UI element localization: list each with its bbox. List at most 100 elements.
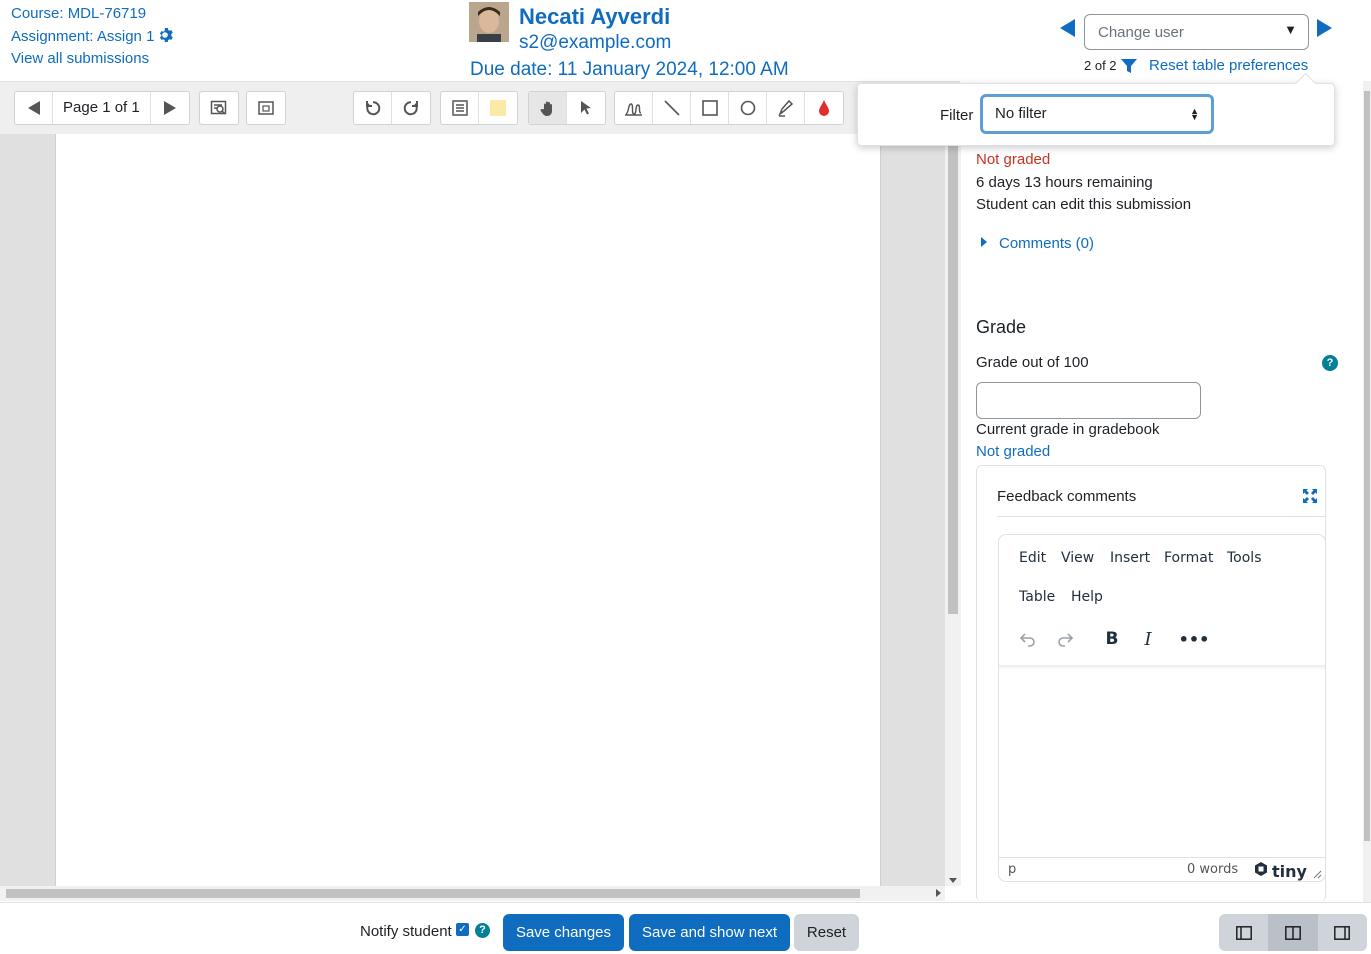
editor-menu-format[interactable]: Format <box>1164 550 1213 566</box>
user-count: 2 of 2 <box>1084 58 1117 73</box>
editor-content-area[interactable] <box>999 665 1325 857</box>
drag-select-group <box>528 91 606 125</box>
user-name-link[interactable]: Necati Ayverdi <box>519 4 670 30</box>
comment-icon[interactable] <box>441 92 479 124</box>
due-date: Due date: 11 January 2024, 12:00 AM <box>470 59 789 80</box>
help-icon[interactable]: ? <box>1322 355 1338 371</box>
element-path[interactable]: p <box>1008 862 1016 877</box>
page-navigation-group: Page 1 of 1 <box>14 91 190 125</box>
word-count[interactable]: 0 words <box>1187 862 1238 877</box>
current-grade-label: Current grade in gradebook <box>976 421 1160 438</box>
help-icon[interactable]: ? <box>475 923 490 938</box>
scrollbar-thumb[interactable] <box>1364 91 1370 841</box>
default-layout-button[interactable] <box>1268 914 1318 951</box>
rotate-left-icon[interactable] <box>354 92 392 124</box>
editor-menu-edit[interactable]: Edit <box>1019 550 1046 566</box>
search-comments-group <box>199 91 239 125</box>
save-changes-button[interactable]: Save changes <box>503 914 624 951</box>
bold-icon[interactable]: B <box>1101 629 1123 649</box>
select-arrow-icon[interactable] <box>567 92 605 124</box>
editor-menu-table[interactable]: Table <box>1019 589 1055 605</box>
more-options-icon[interactable]: ••• <box>1179 629 1210 649</box>
notify-student-label[interactable]: Notify student <box>360 923 452 940</box>
gear-icon[interactable] <box>157 27 174 43</box>
avatar[interactable] <box>469 2 509 42</box>
course-link[interactable]: Course: MDL-76719 <box>11 5 146 22</box>
filter-selected-value: No filter <box>995 105 1047 122</box>
course-info: Course: MDL-76719 Assignment: Assign 1 V… <box>11 3 174 71</box>
highlight-icon[interactable] <box>767 92 805 124</box>
filter-select[interactable]: No filter ▲ ▼ <box>980 94 1214 134</box>
annotation-toolbar: Page 1 of 1 <box>0 81 960 134</box>
scrollbar-thumb[interactable] <box>948 138 958 614</box>
editor-menu-insert[interactable]: Insert <box>1110 550 1150 566</box>
view-all-submissions-link[interactable]: View all submissions <box>11 50 149 67</box>
page-select[interactable]: Page 1 of 1 <box>53 92 151 124</box>
filter-popover: Filter No filter ▲ ▼ <box>857 83 1335 146</box>
change-user-select[interactable]: Change user ▼ <box>1084 14 1309 50</box>
scroll-down-arrow-icon[interactable] <box>949 878 957 883</box>
rectangle-icon[interactable] <box>691 92 729 124</box>
tiny-brand-text: tiny <box>1272 861 1307 881</box>
current-grade-link[interactable]: Not graded <box>976 443 1050 460</box>
save-and-show-next-button[interactable]: Save and show next <box>629 914 790 951</box>
grade-input[interactable] <box>976 382 1201 419</box>
feedback-comments-title: Feedback comments <box>997 488 1137 505</box>
comment-group <box>440 91 518 125</box>
line-icon[interactable] <box>653 92 691 124</box>
editor-menu-tools[interactable]: Tools <box>1227 550 1262 566</box>
rotate-right-icon[interactable] <box>392 92 430 124</box>
italic-icon[interactable]: I <box>1137 629 1159 650</box>
caret-down-icon: ▼ <box>1284 22 1297 37</box>
comment-colour-icon[interactable] <box>479 92 517 124</box>
assignment-link[interactable]: Assignment: Assign 1 <box>11 28 154 45</box>
pdf-vertical-scrollbar[interactable] <box>945 134 961 886</box>
reset-table-preferences-link[interactable]: Reset table preferences <box>1149 57 1308 74</box>
editor-menu-help[interactable]: Help <box>1071 589 1103 605</box>
pdf-page[interactable] <box>55 134 881 886</box>
collapse-review-panel-button[interactable] <box>1219 914 1268 951</box>
reset-button[interactable]: Reset <box>794 914 859 951</box>
rotate-group <box>353 91 431 125</box>
user-email-link[interactable]: s2@example.com <box>519 32 671 54</box>
grading-footer: Notify student ✓ ? Save changes Save and… <box>0 902 1371 954</box>
collapse-grade-panel-button[interactable] <box>1318 914 1367 951</box>
grade-panel-scrollbar[interactable] <box>1363 81 1371 902</box>
expand-icon[interactable] <box>247 92 285 124</box>
scroll-right-arrow-icon[interactable] <box>936 889 941 897</box>
pdf-viewer[interactable] <box>0 134 945 886</box>
grader-header: Course: MDL-76719 Assignment: Assign 1 V… <box>0 0 1371 80</box>
editor-statusbar: p 0 words tiny <box>999 857 1325 881</box>
next-user-arrow-icon[interactable] <box>1317 19 1332 37</box>
select-arrows-icon: ▲ ▼ <box>1190 106 1199 122</box>
drawing-tools-group <box>614 91 844 125</box>
grade-panel: Not graded 6 days 13 hours remaining Stu… <box>961 81 1363 902</box>
drag-hand-icon[interactable] <box>529 92 567 124</box>
resize-handle-icon[interactable] <box>1313 868 1322 883</box>
expand-group <box>246 91 286 125</box>
redo-icon[interactable] <box>1054 629 1076 649</box>
tiny-brand[interactable]: tiny <box>1253 861 1307 881</box>
scrollbar-thumb[interactable] <box>6 889 860 898</box>
notify-student-checkbox[interactable]: ✓ <box>456 923 469 936</box>
comments-link[interactable]: Comments (0) <box>999 235 1094 252</box>
oval-icon[interactable] <box>729 92 767 124</box>
filter-icon[interactable] <box>1121 58 1137 74</box>
pen-icon[interactable] <box>615 92 653 124</box>
pdf-horizontal-scrollbar[interactable] <box>0 886 945 901</box>
search-comments-icon[interactable] <box>200 92 238 124</box>
previous-user-arrow-icon[interactable] <box>1060 19 1075 37</box>
grade-label: Grade out of 100 <box>976 354 1089 371</box>
previous-page-button[interactable] <box>15 92 53 124</box>
caret-right-icon <box>981 237 987 247</box>
feedback-comments-card: Feedback comments Edit View Insert Forma… <box>976 465 1326 902</box>
editor-menu-view[interactable]: View <box>1061 550 1094 566</box>
comments-toggle[interactable]: Comments (0) <box>981 235 1094 252</box>
next-page-button[interactable] <box>151 92 189 124</box>
grading-status: Not graded <box>976 151 1051 168</box>
undo-icon[interactable] <box>1017 629 1039 649</box>
edit-status: Student can edit this submission <box>976 196 1192 213</box>
annotation-colour-icon[interactable] <box>805 92 843 124</box>
fullscreen-icon[interactable] <box>1303 489 1317 503</box>
rich-text-editor: Edit View Insert Format Tools Table Help… <box>998 534 1326 882</box>
